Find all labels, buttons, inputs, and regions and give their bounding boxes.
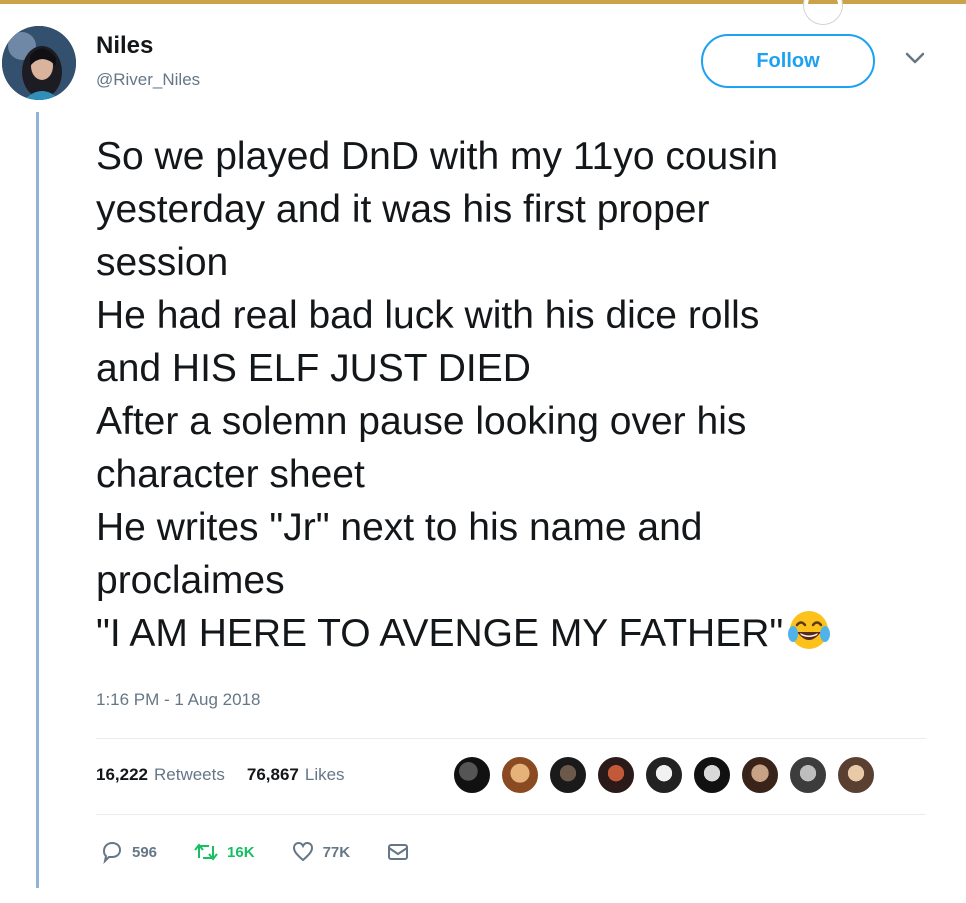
liker-avatar[interactable] — [740, 755, 780, 795]
follow-button[interactable]: Follow — [701, 34, 875, 88]
reply-count: 596 — [132, 843, 158, 861]
liker-avatar[interactable] — [500, 755, 540, 795]
tweet-text: So we played DnD with my 11yo cousin yes… — [96, 130, 936, 660]
tweet-line: After a solemn pause looking over his — [96, 400, 747, 443]
author-name[interactable]: Niles — [96, 32, 153, 60]
tweet-line-last: "I AM HERE TO AVENGE MY FATHER" — [96, 607, 936, 660]
reply-icon — [102, 841, 122, 864]
retweet-button[interactable]: 16K — [193, 840, 255, 864]
liker-avatars — [452, 752, 884, 798]
tweet-actions: 596 16K 77K — [100, 834, 454, 870]
liker-avatar[interactable] — [644, 755, 684, 795]
search-icon[interactable] — [804, 0, 842, 24]
chevron-down-icon[interactable] — [904, 50, 926, 66]
retweet-icon — [194, 843, 218, 861]
avatar[interactable] — [2, 26, 76, 100]
like-count: 77K — [322, 843, 351, 861]
reply-button[interactable]: 596 — [100, 840, 157, 864]
like-button[interactable]: 77K — [291, 840, 351, 864]
tweet-line: So we played DnD with my 11yo cousin — [96, 135, 779, 178]
retweets-count[interactable]: 16,222 — [96, 765, 148, 785]
like-heart-icon — [292, 841, 313, 862]
tweet-line: He writes "Jr" next to his name and — [96, 506, 703, 549]
tweet-line: He had real bad luck with his dice rolls — [96, 294, 760, 337]
tweet-line: "I AM HERE TO AVENGE MY FATHER" — [96, 612, 784, 655]
tweet-line: proclaimes — [96, 559, 285, 602]
author-handle[interactable]: @River_Niles — [96, 70, 200, 90]
thread-line — [36, 112, 39, 888]
liker-avatar[interactable] — [692, 755, 732, 795]
divider — [96, 814, 926, 815]
direct-message-icon — [388, 844, 409, 860]
liker-avatar[interactable] — [548, 755, 588, 795]
likes-label[interactable]: Likes — [305, 765, 345, 785]
retweet-count: 16K — [227, 843, 255, 861]
tweet-line: character sheet — [96, 453, 365, 496]
liker-avatar[interactable] — [836, 755, 876, 795]
tweet-timestamp[interactable]: 1:16 PM - 1 Aug 2018 — [96, 690, 260, 710]
tweet-line: yesterday and it was his first proper — [96, 188, 710, 231]
liker-avatar[interactable] — [788, 755, 828, 795]
divider — [96, 738, 926, 739]
liker-avatar[interactable] — [596, 755, 636, 795]
likes-count[interactable]: 76,867 — [247, 765, 299, 785]
direct-message-button[interactable] — [386, 840, 418, 864]
retweets-label[interactable]: Retweets — [154, 765, 225, 785]
tweet-stats: 16,222 Retweets 76,867 Likes — [96, 760, 367, 790]
tweet-line: and HIS ELF JUST DIED — [96, 347, 531, 390]
tweet-line: session — [96, 241, 229, 284]
laughing-tears-emoji-icon — [788, 611, 831, 649]
liker-avatar[interactable] — [452, 755, 492, 795]
